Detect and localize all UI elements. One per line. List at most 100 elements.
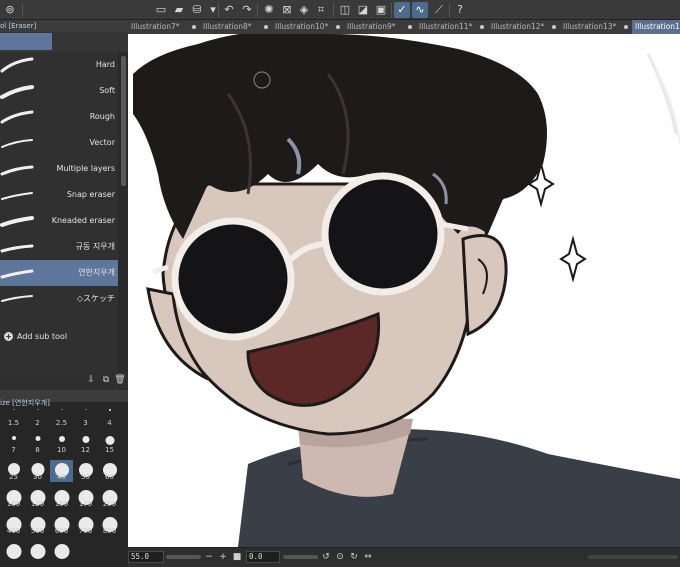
new-icon[interactable]: ▭ (153, 2, 169, 18)
close-tab-icon[interactable] (624, 25, 628, 29)
sub-tool-panel-actions: ⇩ ⧉ 🗑 (0, 372, 128, 388)
close-tab-icon[interactable] (264, 25, 268, 29)
sub-tool-tab[interactable]: ol [Eraser] (0, 20, 128, 32)
rotate-right-icon[interactable]: ↻ (349, 551, 359, 563)
close-tab-icon[interactable] (336, 25, 340, 29)
sub-tool-scroll-thumb[interactable] (121, 56, 126, 186)
stabilize-icon[interactable]: ✓ (394, 2, 410, 18)
document-tab[interactable]: Illustration14 (632, 20, 680, 34)
close-tab-icon[interactable] (408, 25, 412, 29)
sub-tool-item[interactable]: Soft (0, 78, 118, 104)
brush-size-option[interactable]: 8 (26, 433, 49, 455)
document-tab[interactable]: Illustration9* (344, 20, 416, 34)
document-tab-label: Illustration10* (275, 22, 329, 31)
brush-size-option[interactable]: 120 (26, 487, 49, 509)
brush-size-option[interactable]: 2.5 (50, 406, 73, 428)
brush-size-option[interactable] (2, 541, 25, 563)
deselect-icon[interactable]: ◪ (355, 2, 371, 18)
brush-size-option[interactable]: 12 (74, 433, 97, 455)
brush-size-option[interactable]: 150 (50, 487, 73, 509)
brush-size-option[interactable]: 170 (74, 487, 97, 509)
brush-size-tab[interactable]: ize [연한지우개] (0, 390, 128, 407)
document-tab[interactable]: Illustration11* (416, 20, 488, 34)
flip-icon[interactable]: ⇔ (363, 551, 373, 563)
sub-tool-item[interactable]: Vector (0, 130, 118, 156)
sub-tool-list: Hard Soft Rough Vector Multiple layers Snap e… (0, 52, 118, 312)
zoom-slider[interactable] (166, 555, 201, 559)
brush-size-option[interactable]: 40 (50, 460, 73, 482)
document-tab[interactable]: Illustration10* (272, 20, 344, 34)
brush-size-option[interactable]: 30 (26, 460, 49, 482)
sub-tool-item[interactable]: Kneaded eraser (0, 208, 118, 234)
brush-size-option[interactable]: 25 (2, 460, 25, 482)
sub-tool-item[interactable]: 연한지우개 (0, 260, 118, 286)
zoom-in-icon[interactable]: + (218, 551, 228, 563)
import-icon[interactable]: ⇩ (85, 374, 97, 386)
fill-icon[interactable]: ◈ (296, 2, 312, 18)
document-tab[interactable]: Illustration13* (560, 20, 632, 34)
smooth-icon[interactable]: ∿ (412, 2, 428, 18)
brush-size-dot (105, 436, 114, 445)
close-tab-icon[interactable] (552, 25, 556, 29)
brush-size-option[interactable] (26, 541, 49, 563)
invert-selection-icon[interactable]: ▣ (373, 2, 389, 18)
brush-size-value: 120 (30, 500, 45, 508)
document-tab[interactable]: Illustration12* (488, 20, 560, 34)
brush-size-option[interactable]: 3 (74, 406, 97, 428)
brush-size-option[interactable]: 200 (98, 487, 121, 509)
trash-icon[interactable]: 🗑 (114, 374, 126, 386)
duplicate-icon[interactable]: ⧉ (100, 374, 112, 386)
brush-size-option[interactable]: 2 (26, 406, 49, 428)
sub-tool-item[interactable]: Multiple layers (0, 156, 118, 182)
brush-size-option[interactable]: 600 (50, 514, 73, 536)
sub-tool-item[interactable]: ◇スケッチ (0, 286, 118, 312)
brush-size-option[interactable]: 7 (2, 433, 25, 455)
brush-size-option[interactable]: 4 (98, 406, 121, 428)
brush-size-option[interactable]: 15 (98, 433, 121, 455)
ruler-icon[interactable]: ⟋ (431, 2, 447, 18)
brush-size-value: 2 (35, 419, 40, 427)
sub-tool-item[interactable]: Hard (0, 52, 118, 78)
horizontal-scrollbar[interactable] (588, 555, 678, 559)
brush-size-option[interactable]: 400 (2, 514, 25, 536)
save-icon[interactable]: ⛁ (189, 2, 205, 18)
rotation-slider[interactable] (283, 555, 318, 559)
rotate-reset-icon[interactable]: ⊙ (335, 551, 345, 563)
brush-size-option[interactable]: 500 (26, 514, 49, 536)
sub-tool-group-selected[interactable] (0, 33, 52, 50)
toolbar-separator (333, 3, 334, 17)
zoom-reset-icon[interactable]: ■ (232, 551, 242, 563)
sub-tool-item[interactable]: Snap eraser (0, 182, 118, 208)
app-menu-icon[interactable]: ⊚ (2, 2, 18, 18)
sub-tool-item[interactable]: Rough (0, 104, 118, 130)
undo-icon[interactable]: ↶ (221, 2, 237, 18)
rotation-field[interactable]: 0.0 (246, 551, 280, 563)
brush-size-option[interactable]: 50 (74, 460, 97, 482)
brush-size-option[interactable]: 60 (98, 460, 121, 482)
document-tab[interactable]: Illustration7* (128, 20, 200, 34)
select-all-icon[interactable]: ◫ (337, 2, 353, 18)
clear-icon[interactable]: ⊠ (279, 2, 295, 18)
close-tab-icon[interactable] (480, 25, 484, 29)
zoom-out-icon[interactable]: − (204, 551, 214, 563)
sub-tool-item[interactable]: 규동 지우개 (0, 234, 118, 260)
help-icon[interactable]: ? (452, 2, 468, 18)
brush-size-option[interactable] (50, 541, 73, 563)
document-tab[interactable]: Illustration8* (200, 20, 272, 34)
rotate-left-icon[interactable]: ↺ (321, 551, 331, 563)
redo-icon[interactable]: ↷ (239, 2, 255, 18)
brush-size-dot (37, 409, 38, 410)
brush-size-option[interactable]: 800 (98, 514, 121, 536)
transform-icon[interactable]: ⌗ (313, 2, 329, 18)
brush-size-dot (58, 436, 65, 442)
brush-size-option[interactable]: 700 (74, 514, 97, 536)
loading-icon[interactable]: ✺ (261, 2, 277, 18)
brush-size-option[interactable]: 100 (2, 487, 25, 509)
open-icon[interactable]: ▰ (171, 2, 187, 18)
zoom-field[interactable]: 55.0 (128, 551, 164, 563)
brush-size-option[interactable]: 10 (50, 433, 73, 455)
close-tab-icon[interactable] (192, 25, 196, 29)
canvas[interactable] (128, 34, 680, 547)
brush-size-option[interactable]: 1.5 (2, 406, 25, 428)
add-sub-tool-button[interactable]: + Add sub tool (4, 326, 67, 341)
